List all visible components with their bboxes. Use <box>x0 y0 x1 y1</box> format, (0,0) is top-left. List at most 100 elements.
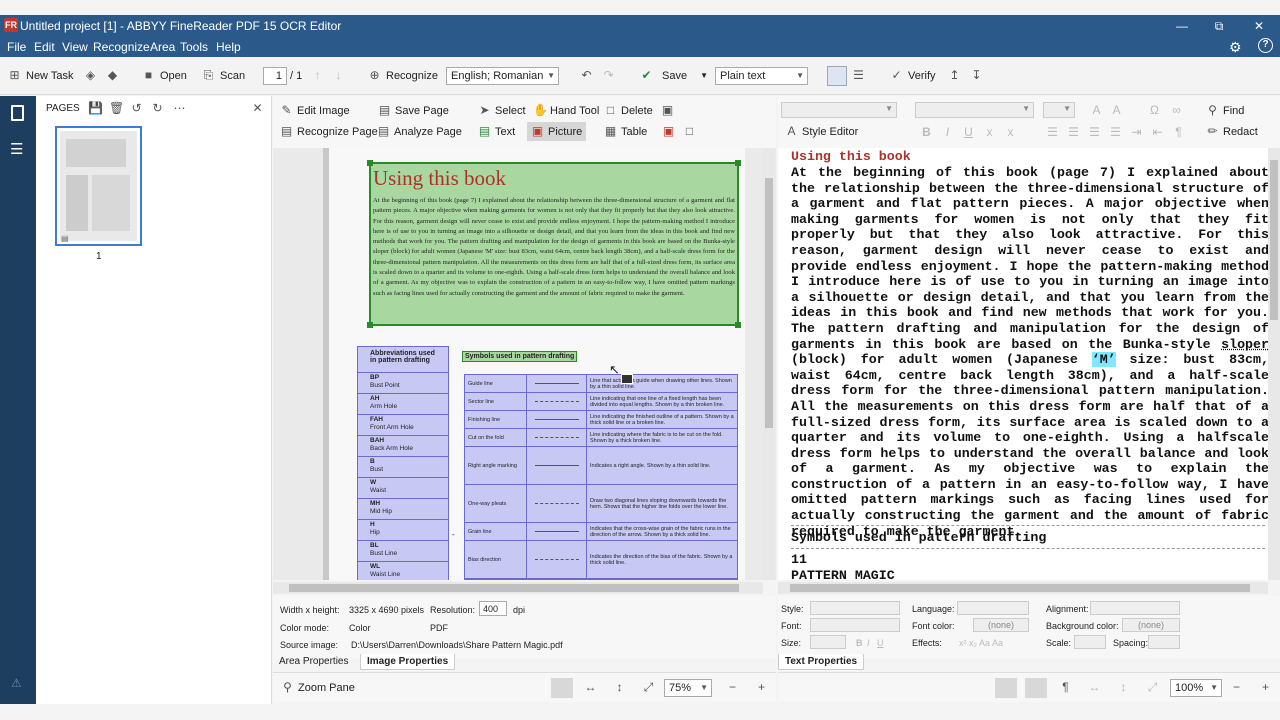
edit-image-button[interactable]: ✎ Edit Image <box>280 104 349 117</box>
pages-icon[interactable] <box>11 105 24 121</box>
text-area-tool[interactable]: ▤ Text <box>478 125 515 138</box>
increase-font-icon[interactable]: A <box>1090 104 1103 117</box>
tab-image-properties[interactable]: Image Properties <box>360 654 456 670</box>
delete-area-button[interactable]: □ Delete <box>604 104 653 117</box>
settings-gear-icon[interactable]: ⚙ <box>1229 39 1242 56</box>
alignment-select[interactable] <box>1090 601 1180 615</box>
more-options-icon[interactable]: ⋯ <box>173 102 186 115</box>
hand-tool[interactable]: ✋ Hand Tool <box>533 104 599 117</box>
symbols-title-area[interactable]: Symbols used in pattern drafting <box>462 351 578 362</box>
text-view-icon[interactable]: ☰ <box>852 69 865 82</box>
underline-icon[interactable]: U <box>962 126 975 139</box>
paragraph-icon[interactable]: ¶ <box>1172 126 1185 139</box>
bold-prop-icon[interactable]: B <box>856 638 863 648</box>
rotate-left-icon[interactable]: ↺ <box>130 102 143 115</box>
page-down-icon[interactable]: ↓ <box>332 69 345 82</box>
rotate-right-icon[interactable]: ↻ <box>151 102 164 115</box>
redact-button[interactable]: ✏ Redact <box>1206 125 1257 138</box>
save-page-button[interactable]: ▤ Save Page <box>378 104 449 117</box>
fit-page-icon[interactable]: ⤢ <box>642 681 655 694</box>
help-icon[interactable]: ? <box>1258 38 1273 53</box>
text-editor-pane[interactable]: Using this book At the beginning of this… <box>778 148 1280 580</box>
table-area-tool[interactable]: ▦ Table <box>604 125 647 138</box>
image-zoom-select[interactable]: 75% ▼ <box>664 679 712 697</box>
page-thumbnail[interactable]: ▤ <box>55 126 142 246</box>
save-page-icon[interactable]: 💾 <box>88 102 103 115</box>
bg-color-select[interactable]: (none) <box>1122 618 1180 632</box>
export-icon[interactable]: ↥ <box>948 69 961 82</box>
pilcrow-icon[interactable]: ¶ <box>1059 681 1072 694</box>
resolution-input[interactable]: 400 <box>479 601 507 616</box>
image-view-icon[interactable] <box>827 66 847 86</box>
bold-icon[interactable]: B <box>920 126 933 139</box>
text-layout-icon[interactable] <box>1025 678 1047 698</box>
align-right-icon[interactable]: ☰ <box>1088 126 1101 139</box>
fit-mode-icon[interactable] <box>551 678 573 698</box>
close-icon[interactable]: ✕ <box>1250 17 1268 35</box>
text-paragraph[interactable]: At the beginning of this book (page 7) I… <box>791 165 1269 539</box>
crop-area-icon[interactable]: □ <box>683 125 696 138</box>
format-select[interactable]: Plain text ▼ <box>715 67 808 85</box>
save-button[interactable]: ✔ Save ▼ <box>640 69 708 82</box>
list-icon[interactable]: ☰ <box>10 140 23 158</box>
menu-edit[interactable]: Edit <box>34 40 55 54</box>
tab-area-properties[interactable]: Area Properties <box>273 654 354 670</box>
fit-width-icon[interactable]: ↔ <box>584 681 597 694</box>
redo-icon[interactable]: ↷ <box>602 69 615 82</box>
close-panel-icon[interactable]: ✕ <box>251 102 264 115</box>
new-task-button[interactable]: ⊞ New Task <box>8 69 73 82</box>
zoom-pane-button[interactable]: ⚲ Zoom Pane <box>281 681 355 694</box>
abbreviations-area[interactable]: Abbreviations used in pattern drafting B… <box>357 346 449 580</box>
size-select[interactable]: ▼ <box>1043 102 1075 118</box>
menu-tools[interactable]: Tools <box>180 40 208 54</box>
superscript-icon[interactable]: x <box>983 126 996 139</box>
text-fit-page-icon[interactable]: ⤢ <box>1146 681 1159 694</box>
scale-input[interactable] <box>1074 635 1106 649</box>
text-horizontal-scrollbar[interactable] <box>778 582 1268 594</box>
special-char-icon[interactable]: Ω <box>1148 104 1161 117</box>
image-view[interactable]: Using this book At the beginning of this… <box>273 148 776 580</box>
zoom-in-icon[interactable]: + <box>755 681 768 694</box>
italic-icon[interactable]: I <box>941 126 954 139</box>
font-select[interactable]: ▼ <box>915 102 1034 118</box>
style-editor-button[interactable]: A Style Editor <box>785 125 858 138</box>
underline-prop-icon[interactable]: U <box>877 638 884 648</box>
align-center-icon[interactable]: ☰ <box>1067 126 1080 139</box>
layers-icon[interactable]: ◈ <box>84 69 97 82</box>
analyze-page-button[interactable]: ▤ Analyze Page <box>377 125 462 138</box>
recognize-page-button[interactable]: ▤ Recognize Page <box>280 125 378 138</box>
tab-text-properties[interactable]: Text Properties <box>778 654 865 670</box>
link-icon[interactable]: ∞ <box>1170 104 1183 117</box>
menu-file[interactable]: File <box>7 40 26 54</box>
zoom-out-icon[interactable]: − <box>726 681 739 694</box>
open-button[interactable]: ■ Open <box>142 69 187 82</box>
text-zoom-in-icon[interactable]: + <box>1259 681 1272 694</box>
scan-button[interactable]: ⎘ Scan <box>202 69 245 82</box>
undo-icon[interactable]: ↶ <box>580 69 593 82</box>
decrease-font-icon[interactable]: A <box>1110 104 1123 117</box>
find-button[interactable]: ⚲ Find <box>1206 104 1244 117</box>
text-vertical-scrollbar[interactable] <box>1268 148 1280 580</box>
language-prop-select[interactable] <box>957 601 1029 615</box>
indent-icon[interactable]: ⇥ <box>1130 126 1143 139</box>
picture-area-tool[interactable]: ▣ Picture <box>527 122 587 141</box>
recognize-button[interactable]: ⊕ Recognize <box>368 69 438 82</box>
page-number-input[interactable]: 1 <box>263 67 287 85</box>
delete-page-icon[interactable]: 🗑 <box>109 102 124 115</box>
menu-area[interactable]: Area <box>150 40 175 54</box>
text-zoom-select[interactable]: 100% ▼ <box>1170 679 1222 697</box>
area-settings-icon[interactable]: ▣ <box>661 104 674 117</box>
text-fit-width-icon[interactable]: ↔ <box>1088 681 1101 694</box>
select-tool[interactable]: ➤ Select <box>478 104 525 117</box>
spacing-input[interactable] <box>1148 635 1180 649</box>
background-picture-icon[interactable]: ▣ <box>662 125 675 138</box>
language-select[interactable]: English; Romanian ▼ <box>446 67 559 85</box>
font-color-select[interactable]: (none) <box>973 618 1029 632</box>
fit-height-icon[interactable]: ↕ <box>613 681 626 694</box>
save-dropdown-icon[interactable]: ▼ <box>700 71 708 80</box>
text-zoom-out-icon[interactable]: − <box>1230 681 1243 694</box>
symbols-table-area[interactable]: Guide line Line that acts as a guide when… <box>464 374 738 580</box>
align-justify-icon[interactable]: ☰ <box>1109 126 1122 139</box>
size-prop-select[interactable] <box>810 635 846 649</box>
maximize-icon[interactable]: ⧉ <box>1210 17 1228 35</box>
